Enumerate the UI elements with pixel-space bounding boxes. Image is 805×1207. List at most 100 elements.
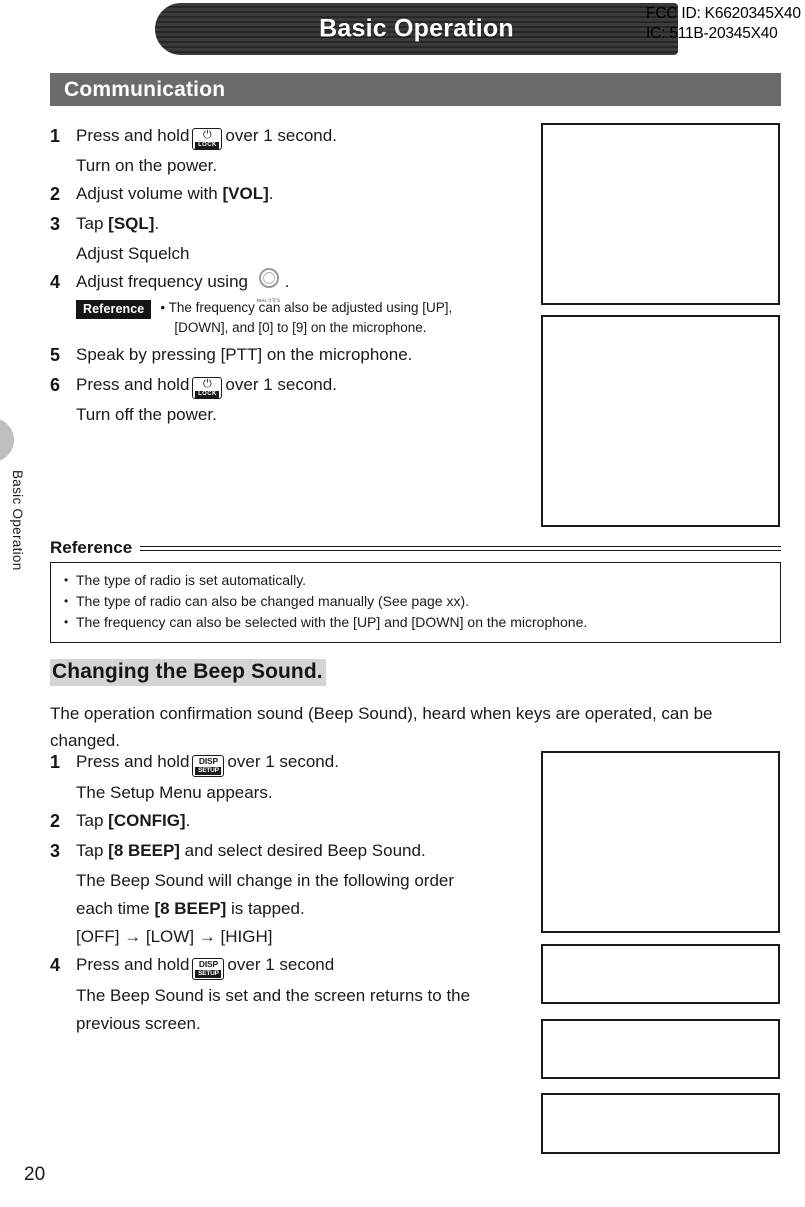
sub-text-after: is tapped. [226, 899, 305, 918]
step-text: Press and hold DISP SETUP over 1 second [76, 951, 520, 980]
power-lock-key-icon: ⏻ LOCK [192, 128, 223, 150]
step-sub-text: The Beep Sound is set and the screen ret… [76, 986, 471, 1005]
reference-block: Reference The type of radio is set autom… [50, 538, 781, 643]
dial-knob-icon: DIALツマミ [255, 268, 283, 303]
sub-text-before: each time [76, 899, 150, 918]
step-text-after: over 1 second. [225, 375, 337, 394]
step-number: 4 [50, 955, 61, 975]
step-text-after: over 1 second. [227, 752, 339, 771]
lock-label: LOCK [195, 142, 220, 149]
reference-list: The type of radio is set automatically. … [63, 570, 768, 633]
step-text-after: and select desired Beep Sound. [179, 841, 426, 860]
step-text-before: Press and hold [76, 752, 190, 771]
setup-label: SETUP [195, 767, 222, 775]
step-row: 2 Tap [CONFIG]. [50, 807, 520, 835]
step-text: Adjust volume with [VOL]. [76, 180, 520, 208]
step-text: Tap [SQL]. [76, 210, 520, 238]
power-lock-key-icon: ⏻ LOCK [192, 377, 223, 399]
beep-section-heading: Changing the Beep Sound. [50, 659, 326, 686]
step-text-before: Tap [76, 214, 104, 233]
step-text-after: . [284, 272, 290, 291]
screenshot-placeholder [541, 123, 780, 305]
disp-setup-key-icon: DISP SETUP [192, 958, 225, 980]
step-number: 6 [50, 375, 61, 395]
step-text-before: Press and hold [76, 375, 190, 394]
step-key-label: [CONFIG] [108, 811, 186, 830]
disp-label: DISP [198, 756, 218, 766]
list-item: The type of radio is set automatically. [63, 570, 768, 591]
step-number: 3 [50, 841, 61, 861]
step-row: 1 Press and hold DISP SETUP over 1 second. [50, 748, 520, 777]
beep-section-intro: The operation confirmation sound (Beep S… [50, 704, 713, 750]
reference-note-text: • The frequency can also be adjusted usi… [160, 298, 452, 338]
step-row: 4 Adjust frequency using DIALツマミ. [50, 268, 520, 303]
step-text-before: Adjust volume with [76, 184, 218, 203]
step-sub-text: previous screen. [76, 1014, 201, 1033]
step-row: 2 Adjust volume with [VOL]. [50, 180, 520, 208]
edge-thumb-tab [0, 418, 14, 462]
step-sub-text: Adjust Squelch [76, 244, 190, 263]
disp-setup-key-icon: DISP SETUP [192, 755, 225, 777]
step-text: Tap [8 BEEP] and select desired Beep Sou… [76, 837, 520, 865]
reference-block-heading: Reference [50, 538, 781, 558]
power-symbol-icon: ⏻ [203, 129, 212, 141]
screenshot-placeholder [541, 315, 780, 527]
step-text-before: Tap [76, 811, 104, 830]
beep-steps-list: 1 Press and hold DISP SETUP over 1 second. … [50, 748, 520, 1038]
reference-heading-rule [140, 545, 781, 551]
step-text: Press and hold ⏻ LOCK over 1 second. [76, 371, 520, 399]
screenshot-placeholder [541, 1093, 780, 1154]
step-row: 5 Speak by pressing [PTT] on the microph… [50, 341, 520, 369]
step-text-after: . [268, 184, 274, 203]
step-number: 2 [50, 184, 61, 204]
step-text: Speak by pressing [PTT] on the microphon… [76, 345, 413, 364]
manual-page: Basic Operation FCC ID: K6620345X40 IC: … [0, 0, 805, 1207]
step-text-before: Tap [76, 841, 104, 860]
step-text-before: Adjust frequency using [76, 272, 248, 291]
lock-label: LOCK [195, 391, 220, 398]
screenshot-placeholder [541, 1019, 780, 1079]
power-symbol-icon: ⏻ [203, 378, 212, 390]
step-sub-text: The Beep Sound will change in the follow… [76, 871, 455, 890]
step-row: 1 Press and hold ⏻ LOCK over 1 second. [50, 122, 520, 150]
step-text-before: Press and hold [76, 126, 190, 145]
fcc-id-line: FCC ID: K6620345X40 [646, 5, 801, 22]
step-text-after: over 1 second. [225, 126, 337, 145]
step-key-label: [8 BEEP] [154, 899, 227, 918]
regulatory-id-block: FCC ID: K6620345X40 IC: 511B-20345X40 [646, 4, 805, 44]
step-key-label: [8 BEEP] [108, 841, 180, 860]
step-row: 4 Press and hold DISP SETUP over 1 second [50, 951, 520, 980]
section-title: Communication [64, 77, 226, 101]
screenshot-placeholder [541, 944, 780, 1004]
reference-heading-label: Reference [50, 538, 133, 557]
step-key-label: [VOL] [222, 184, 269, 203]
communication-steps-list: 1 Press and hold ⏻ LOCK over 1 second. Turn… [50, 122, 520, 429]
page-number: 20 [24, 1164, 46, 1185]
step-number: 3 [50, 214, 61, 234]
step-sub-text: Turn on the power. [76, 156, 218, 175]
reference-badge: Reference [76, 300, 152, 319]
setup-label: SETUP [195, 970, 222, 978]
step-number: 1 [50, 126, 61, 146]
inline-reference-note: Reference • The frequency can also be ad… [76, 298, 520, 338]
step-text-after: over 1 second [227, 955, 335, 974]
reference-note-line-2: [DOWN], and [0] to [9] on the microphone… [174, 320, 427, 335]
step-text-after: . [154, 214, 160, 233]
list-item: The type of radio can also be changed ma… [63, 591, 768, 612]
chapter-banner: Basic Operation [155, 3, 678, 55]
step-key-label: [SQL] [108, 214, 155, 233]
step-number: 1 [50, 752, 61, 772]
step-text-after: . [185, 811, 191, 830]
step-text-before: Press and hold [76, 955, 190, 974]
reference-box: The type of radio is set automatically. … [50, 562, 781, 643]
step-text: Press and hold DISP SETUP over 1 second. [76, 748, 520, 777]
dial-ring-inner [262, 272, 275, 284]
step-sub-text: each time [8 BEEP] is tapped. [76, 895, 520, 923]
step-number: 4 [50, 272, 61, 292]
chapter-title: Basic Operation [319, 14, 514, 43]
section-header-bar: Communication [50, 73, 781, 106]
step-text: Adjust frequency using DIALツマミ. [76, 268, 520, 303]
step-text: Tap [CONFIG]. [76, 807, 520, 835]
reference-note-line-1: • The frequency can also be adjusted usi… [160, 300, 453, 315]
dial-label: DIALツマミ [256, 298, 281, 303]
